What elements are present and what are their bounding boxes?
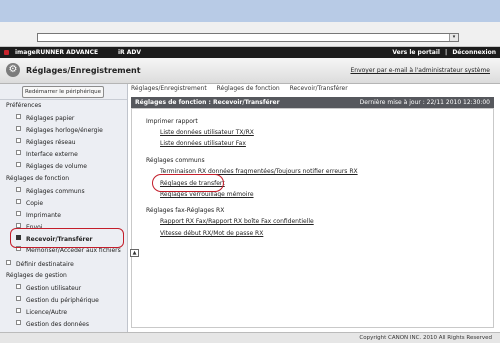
address-bar[interactable]: ▾ [37,33,459,42]
sidebar-section-management-settings: Réglages de gestion [6,272,67,279]
highlight-circle-sidebar [10,228,124,248]
footer: Copyright CANON INC. 2010 All Rights Res… [0,332,500,343]
group-fax-rx-settings: Réglages fax-Réglages RX [146,207,225,214]
settings-panel: Imprimer rapport Liste données utilisate… [131,108,494,328]
copyright-text: Copyright CANON INC. 2010 All Rights Res… [359,335,492,341]
bullet-icon [16,150,21,155]
settings-gear-icon: ⚙ [6,63,20,77]
email-admin-link[interactable]: Envoyer par e-mail à l'administrateur sy… [350,67,490,74]
bullet-icon [16,320,21,325]
bullet-icon [16,138,21,143]
highlight-circle-transfer-link [152,174,224,192]
sidebar-item-external-interface[interactable]: Interface externe [16,150,78,158]
bullet-icon [16,162,21,167]
bullet-icon [16,199,21,204]
breadcrumb: Réglages/Enregistrement Réglages de fonc… [131,85,356,92]
product-links: Vers le portail | Déconnexion [389,47,496,58]
panel-header: Réglages de fonction : Recevoir/Transfér… [131,97,494,108]
bullet-icon [16,126,21,131]
panel-title: Réglages de fonction : Recevoir/Transfér… [135,99,280,106]
browser-toolbar: ▾ [0,22,500,47]
product-name: imageRUNNER ADVANCE [15,49,99,56]
sidebar: Redémarrer le périphérique Préférences R… [0,84,128,332]
link-rx-fax-report[interactable]: Rapport RX Fax/Rapport RX boîte Fax conf… [160,218,314,225]
bullet-icon [16,284,21,289]
sidebar-item-user-management[interactable]: Gestion utilisateur [16,284,81,292]
sidebar-item-common-settings[interactable]: Réglages communs [16,187,85,195]
sidebar-item-data-management[interactable]: Gestion des données [16,320,89,328]
link-memory-lock-settings[interactable]: Réglages verrouillage mémoire [160,191,254,198]
sidebar-section-preferences: Préférences [6,102,42,109]
bullet-icon [16,114,21,119]
page-header: ⚙ Réglages/Enregistrement Envoyer par e-… [0,58,500,84]
link-rx-start-speed-password[interactable]: Vitesse début RX/Mot de passe RX [160,230,263,237]
breadcrumb-item: Recevoir/Transférer [289,85,348,92]
logout-link[interactable]: Déconnexion [452,49,496,56]
sidebar-item-network[interactable]: Réglages réseau [16,138,76,146]
page-title: Réglages/Enregistrement [26,66,141,75]
bullet-icon [6,260,11,265]
product-model: iR ADV [118,49,142,56]
link-user-data-list-txrx[interactable]: Liste données utilisateur TX/RX [160,129,254,136]
scroll-to-top-icon[interactable]: ▲ [130,249,139,257]
link-separator: | [445,49,448,56]
browser-title-bar [0,0,500,22]
sidebar-item-copy[interactable]: Copie [16,199,43,207]
breadcrumb-item[interactable]: Réglages/Enregistrement [131,85,207,92]
bullet-icon [16,211,21,216]
breadcrumb-item[interactable]: Réglages de fonction [217,85,280,92]
link-user-data-list-fax[interactable]: Liste données utilisateur Fax [160,140,246,147]
canon-logo-icon [4,50,9,55]
sidebar-section-set-destination[interactable]: Définir destinataire [6,260,74,268]
sidebar-section-function-settings: Réglages de fonction [6,175,70,182]
bullet-icon [16,308,21,313]
restart-device-button[interactable]: Redémarrer le périphérique [22,86,104,98]
sidebar-item-paper-settings[interactable]: Réglages papier [16,114,74,122]
bullet-icon [16,296,21,301]
address-dropdown-arrow-icon[interactable]: ▾ [449,34,458,41]
group-common-settings: Réglages communs [146,157,205,164]
bullet-icon [16,187,21,192]
portal-link[interactable]: Vers le portail [392,49,440,56]
product-bar: imageRUNNER ADVANCE iR ADV Vers le porta… [0,47,500,58]
main-content: Réglages/Enregistrement Réglages de fonc… [128,84,500,332]
sidebar-divider [0,99,127,100]
group-print-report: Imprimer rapport [146,118,198,125]
sidebar-item-license-other[interactable]: Licence/Autre [16,308,67,316]
sidebar-item-device-management[interactable]: Gestion du périphérique [16,296,99,304]
last-update-timestamp: Dernière mise à jour : 22/11 2010 12:30:… [359,99,490,106]
sidebar-item-printer[interactable]: Imprimante [16,211,61,219]
sidebar-item-clock-energy[interactable]: Réglages horloge/énergie [16,126,103,134]
sidebar-item-volume[interactable]: Réglages de volume [16,162,87,170]
